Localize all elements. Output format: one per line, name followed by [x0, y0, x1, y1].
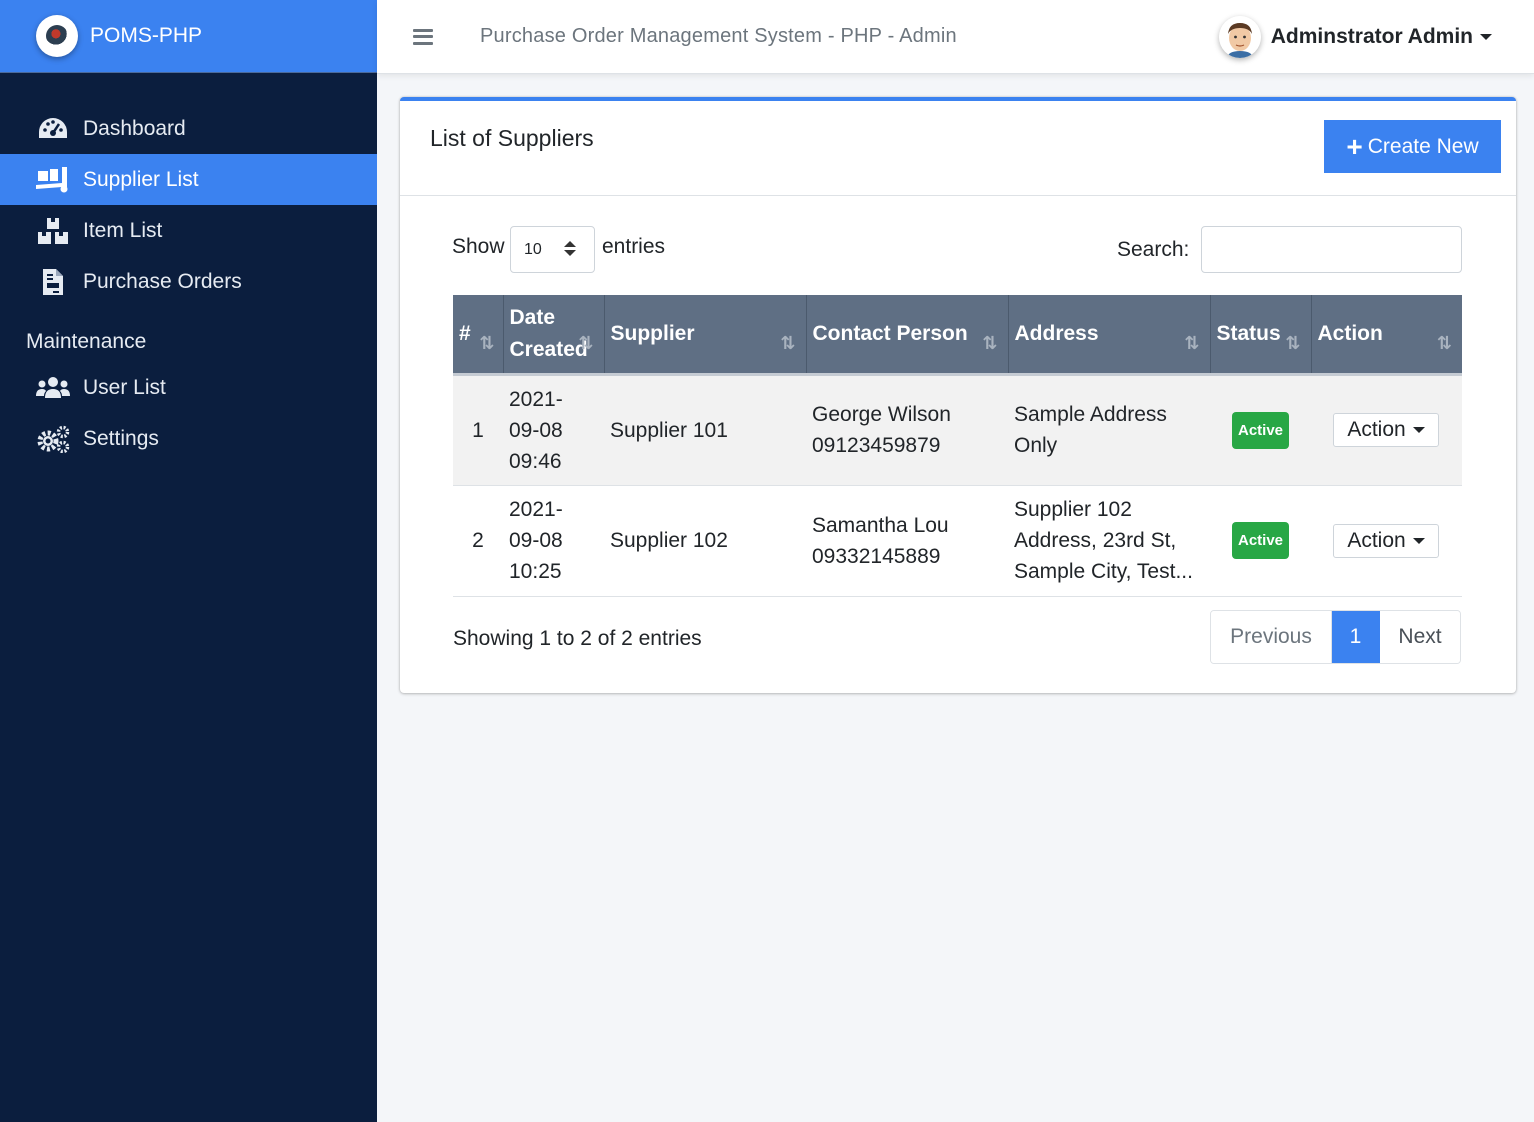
row-address: Supplier 102 Address, 23rd St, Sample Ci…	[1008, 485, 1210, 597]
sort-icon: ⇅	[479, 333, 495, 353]
sort-icon: ⇅	[1436, 333, 1452, 353]
column-header-supplier[interactable]: Supplier ⇅	[604, 295, 807, 376]
chevron-down-icon	[1412, 427, 1425, 433]
table-row: 2 2021- 09-08 10:25 Supplier 102 Samantha …	[453, 485, 1462, 597]
chevron-down-icon	[1412, 537, 1425, 544]
truck-loading-icon	[36, 166, 70, 194]
brand[interactable]: POMS-PHP	[0, 0, 377, 73]
sidebar-item-label: Purchase Orders	[83, 269, 242, 293]
system-title: Purchase Order Management System - PHP -…	[480, 25, 957, 47]
card-title: List of Suppliers	[430, 125, 594, 151]
column-header-action[interactable]: Action ⇅	[1311, 295, 1462, 376]
column-header-date-created[interactable]: Date Created ⇅	[503, 295, 605, 376]
row-contact-person: George Wilson 09123459879	[806, 374, 1008, 486]
sort-icon: ⇅	[578, 333, 594, 353]
row-date-created: 2021- 09-08 10:25	[503, 485, 604, 597]
status-badge: Active	[1231, 522, 1290, 559]
plus-icon: +	[1346, 130, 1363, 162]
file-invoice-icon	[36, 268, 70, 296]
column-header-address[interactable]: Address ⇅	[1008, 295, 1211, 376]
sidebar-item-dashboard[interactable]: Dashboard	[0, 103, 377, 154]
status-badge: Active	[1231, 411, 1290, 449]
sort-icon: ⇅	[982, 333, 998, 353]
sidebar-item-purchase-orders[interactable]: Purchase Orders	[0, 256, 377, 307]
table-row: 1 2021- 09-08 09:46 Supplier 101 George Wi…	[453, 374, 1462, 486]
menu-toggle-icon[interactable]	[413, 28, 433, 45]
action-dropdown-button[interactable]: Action	[1333, 413, 1439, 447]
show-label: Show	[452, 235, 505, 258]
row-status: Active	[1210, 374, 1311, 486]
entries-select[interactable]: 10	[510, 226, 595, 273]
row-contact-person: Samantha Lou 09332145889	[806, 485, 1008, 597]
sidebar-item-item-list[interactable]: Item List	[0, 205, 377, 256]
topbar: Purchase Order Management System - PHP -…	[377, 0, 1534, 74]
sidebar-item-user-list[interactable]: User List	[0, 362, 377, 413]
sidebar-item-supplier-list[interactable]: Supplier List	[0, 154, 377, 205]
entries-value: 10	[524, 240, 542, 258]
search-input[interactable]	[1201, 226, 1462, 273]
column-header-contact-person[interactable]: Contact Person ⇅	[806, 295, 1009, 376]
row-status: Active	[1210, 485, 1311, 597]
create-new-label: Create New	[1367, 134, 1479, 158]
table-header-row: # ⇅ Date Created ⇅ Supplier ⇅ Contact Perso…	[453, 295, 1462, 376]
sidebar-item-label: Settings	[83, 426, 159, 450]
sort-icon: ⇅	[780, 333, 796, 353]
row-action: Action	[1311, 374, 1462, 486]
chevron-down-icon	[1480, 34, 1492, 40]
row-supplier: Supplier 102	[604, 485, 806, 597]
sidebar-item-label: Dashboard	[83, 116, 186, 140]
brand-logo	[36, 15, 78, 57]
boxes-icon	[36, 217, 70, 245]
sidebar-item-settings[interactable]: Settings	[0, 413, 377, 464]
supplier-list-card: List of Suppliers + Create New Show 10 e…	[400, 97, 1516, 693]
sort-icon: ⇅	[1184, 333, 1200, 353]
supplier-table: # ⇅ Date Created ⇅ Supplier ⇅ Contact Perso…	[453, 295, 1462, 597]
row-action: Action	[1311, 485, 1462, 597]
entries-label: entries	[602, 235, 666, 258]
search-label: Search:	[1117, 238, 1190, 261]
row-date-created: 2021- 09-08 09:46	[503, 374, 604, 486]
page-button-current[interactable]: 1	[1332, 611, 1380, 663]
brand-name: POMS-PHP	[90, 24, 203, 47]
sidebar: POMS-PHP Dashboard Supplier List Item Li…	[0, 0, 377, 1122]
pagination: Previous 1 Next	[1210, 610, 1461, 664]
sidebar-item-label: Supplier List	[83, 167, 199, 191]
select-arrows-icon	[564, 241, 576, 256]
avatar	[1218, 16, 1261, 58]
row-number: 1	[453, 374, 503, 486]
create-new-button[interactable]: + Create New	[1324, 120, 1501, 173]
sidebar-nav: Dashboard Supplier List Item List Purcha…	[0, 73, 377, 464]
action-dropdown-button[interactable]: Action	[1333, 523, 1439, 558]
cogs-icon	[36, 425, 70, 453]
table-controls: Show 10 entries Search:	[452, 225, 1462, 275]
user-name: Adminstrator Admin	[1270, 25, 1473, 48]
next-page-button[interactable]: Next	[1380, 611, 1460, 663]
table-info: Showing 1 to 2 of 2 entries	[453, 627, 702, 650]
previous-page-button[interactable]: Previous	[1211, 611, 1332, 663]
column-header-status[interactable]: Status ⇅	[1210, 295, 1312, 376]
tachometer-icon	[36, 115, 70, 143]
sidebar-item-label: User List	[83, 375, 166, 399]
user-menu[interactable]: Adminstrator Admin	[1218, 0, 1492, 74]
row-number: 2	[453, 485, 503, 597]
row-address: Sample Address Only	[1008, 374, 1210, 486]
sidebar-item-label: Item List	[83, 218, 163, 242]
sidebar-section-maintenance: Maintenance	[26, 329, 147, 353]
column-header-num[interactable]: # ⇅	[453, 295, 504, 376]
card-header: List of Suppliers + Create New	[400, 101, 1516, 196]
row-supplier: Supplier 101	[604, 374, 806, 486]
sort-icon: ⇅	[1285, 333, 1301, 353]
users-icon	[36, 374, 70, 402]
